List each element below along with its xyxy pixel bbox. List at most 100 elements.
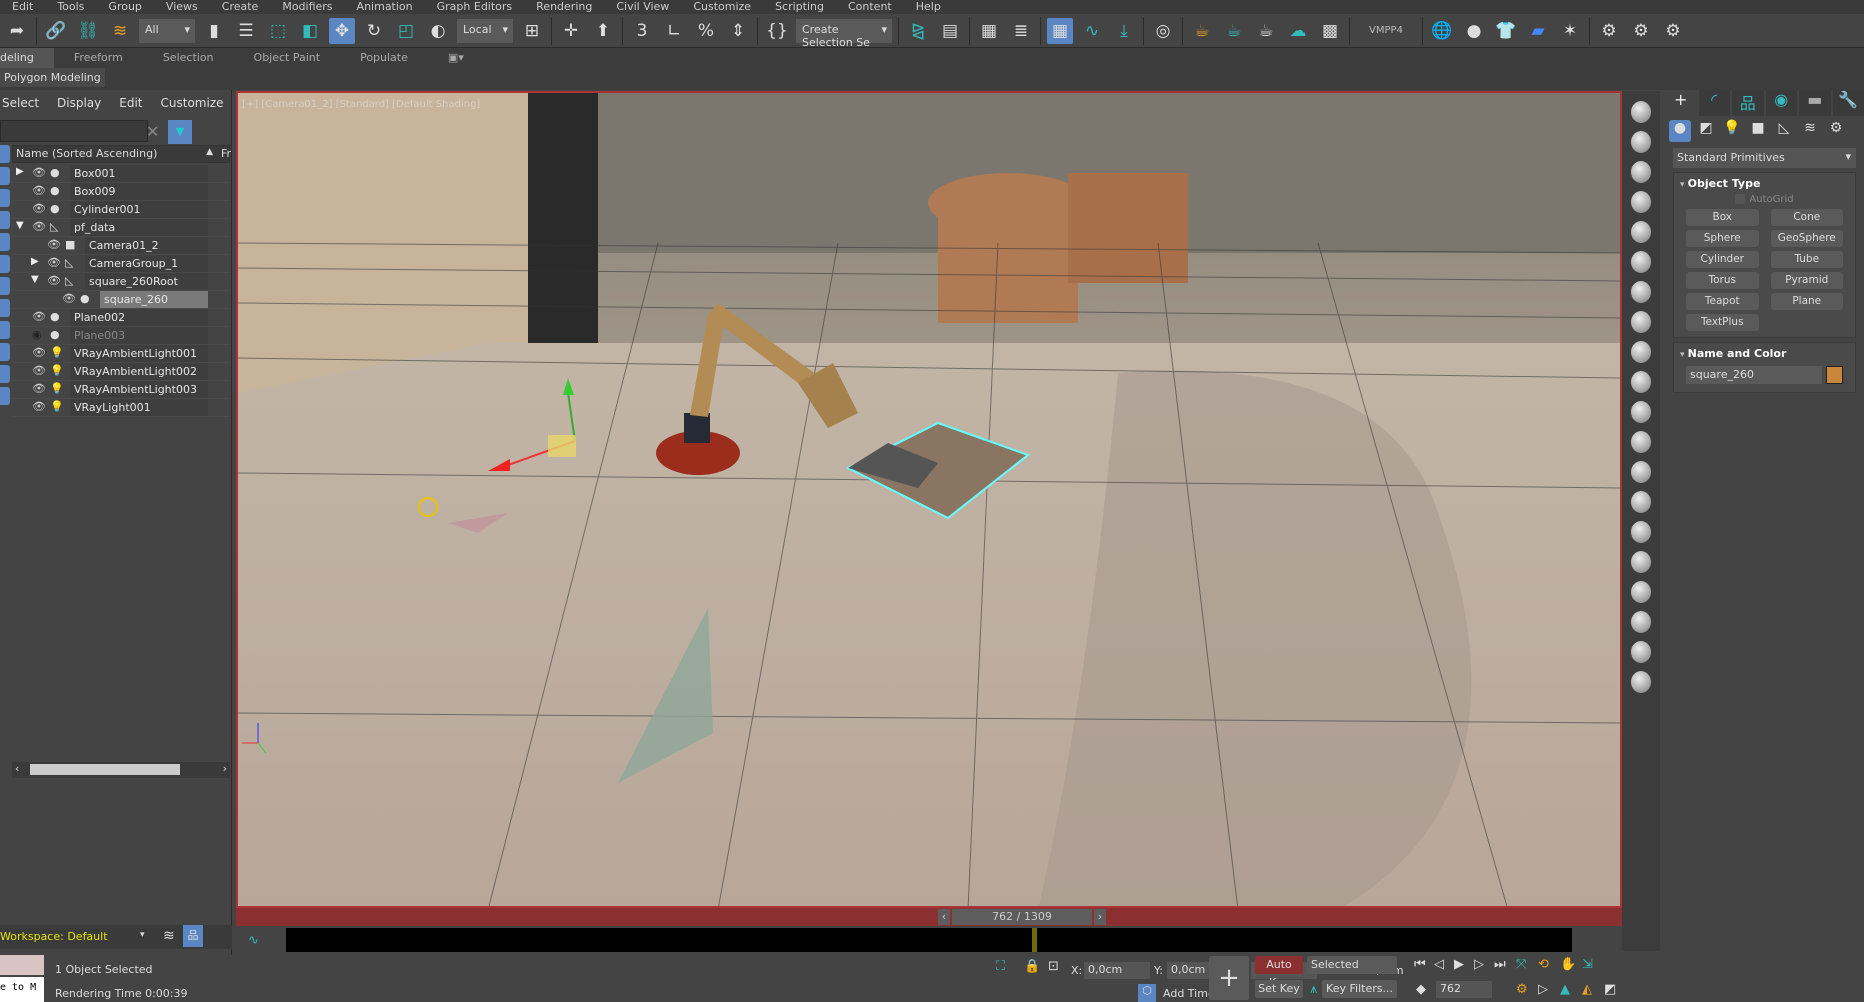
- character-icon[interactable]: ✶: [1557, 18, 1583, 44]
- globe-settings-icon[interactable]: 🌐: [1429, 18, 1455, 44]
- eye-icon[interactable]: 👁: [32, 310, 46, 323]
- list-item[interactable]: ◉ ● Plane003: [12, 327, 230, 345]
- menu-content[interactable]: Content: [848, 0, 892, 13]
- filter-lights-icon[interactable]: [0, 189, 10, 207]
- selection-lock-icon[interactable]: 🔒: [1024, 959, 1040, 974]
- teapot-button[interactable]: Teapot: [1686, 293, 1759, 310]
- expanded-arrow-icon[interactable]: ▼: [31, 274, 39, 285]
- filter-cameras-icon[interactable]: [0, 211, 10, 229]
- helpers-icon[interactable]: ◺: [1773, 120, 1795, 142]
- list-item[interactable]: ▼ 👁 ◺ square_260Root: [12, 273, 230, 291]
- object-color-swatch[interactable]: [1826, 366, 1843, 384]
- explorer-search-input[interactable]: [0, 120, 148, 142]
- eye-icon[interactable]: 👁: [62, 292, 76, 305]
- render-cloud-icon[interactable]: ☁: [1285, 18, 1311, 44]
- vray-export-icon[interactable]: [1631, 641, 1651, 663]
- rotate-icon[interactable]: ↻: [361, 18, 387, 44]
- vray-decal-icon[interactable]: [1631, 581, 1651, 603]
- shirt-icon[interactable]: 👕: [1493, 18, 1519, 44]
- redo-icon[interactable]: ➦: [4, 18, 30, 44]
- eraser-icon[interactable]: ▰: [1525, 18, 1551, 44]
- scroll-left-icon[interactable]: ‹: [15, 762, 19, 775]
- object-name-input[interactable]: square_260: [1686, 366, 1822, 384]
- auto-key-button[interactable]: Auto Key: [1255, 956, 1303, 989]
- selection-filter-dropdown[interactable]: All: [139, 18, 195, 43]
- cone-button[interactable]: Cone: [1770, 209, 1843, 226]
- eye-icon[interactable]: 👁: [32, 364, 46, 377]
- eye-icon[interactable]: 👁: [47, 274, 61, 287]
- prev-frame-button[interactable]: ‹: [938, 909, 950, 925]
- sphere-button[interactable]: Sphere: [1686, 230, 1759, 247]
- orbit-icon[interactable]: ⟲: [1538, 957, 1549, 972]
- snap-toggle-icon[interactable]: 3: [629, 18, 655, 44]
- x-coordinate-input[interactable]: 0,0cm: [1084, 962, 1150, 979]
- gear-play-icon[interactable]: ⚙: [1628, 18, 1654, 44]
- dolly-icon[interactable]: ▲: [1560, 982, 1570, 997]
- explorer-menu-customize[interactable]: Customize: [161, 96, 224, 110]
- eye-icon[interactable]: 👁: [32, 166, 46, 179]
- shapes-icon[interactable]: ◩: [1695, 120, 1717, 142]
- filter-shapes-icon[interactable]: [0, 167, 10, 185]
- display-tab-icon[interactable]: ▬: [1799, 90, 1831, 116]
- gear-prev-icon[interactable]: ⚙: [1596, 18, 1622, 44]
- keyboard-shortcut-icon[interactable]: ⬆: [590, 18, 616, 44]
- vray-light-icon[interactable]: [1631, 221, 1651, 243]
- menu-edit[interactable]: Edit: [12, 0, 33, 13]
- link-icon[interactable]: 🔗: [43, 18, 69, 44]
- menu-group[interactable]: Group: [108, 0, 142, 13]
- vray-fur-icon[interactable]: [1631, 371, 1651, 393]
- rect-selection-icon[interactable]: ⬚: [265, 18, 291, 44]
- time-config-icon[interactable]: ⚙: [1516, 982, 1528, 997]
- vray-camera-icon[interactable]: [1631, 251, 1651, 273]
- mini-curve-editor-icon[interactable]: ∿: [248, 933, 259, 948]
- cameras-icon[interactable]: ■: [1747, 120, 1769, 142]
- pivot-center-icon[interactable]: ⊞: [519, 18, 545, 44]
- vray-dome-icon[interactable]: [1631, 281, 1651, 303]
- key-mode-dropdown[interactable]: Selected: [1307, 956, 1397, 974]
- clear-search-icon[interactable]: ✕: [146, 122, 159, 141]
- render-layout-icon[interactable]: ▩: [1317, 18, 1343, 44]
- unlink-icon[interactable]: ⛓: [75, 18, 101, 44]
- explorer-horizontal-scrollbar[interactable]: ‹ ›: [12, 762, 230, 778]
- maxscript-listener[interactable]: [0, 955, 44, 975]
- filter-spacewarps-icon[interactable]: [0, 255, 10, 273]
- pyramid-button[interactable]: Pyramid: [1770, 272, 1843, 289]
- layer-explorer-icon[interactable]: ≣: [1008, 18, 1034, 44]
- walk-icon[interactable]: ⇲: [1582, 957, 1593, 972]
- current-frame-input[interactable]: 762: [1436, 981, 1492, 998]
- render-production-icon[interactable]: ☕: [1253, 18, 1279, 44]
- filter-bones-icon[interactable]: [0, 321, 10, 339]
- textplus-button[interactable]: TextPlus: [1686, 314, 1759, 331]
- roll-icon[interactable]: ◭: [1582, 982, 1592, 997]
- default-tangents-icon[interactable]: ⩚: [1310, 982, 1317, 997]
- eye-icon[interactable]: 👁: [32, 202, 46, 215]
- zoom-extents-icon[interactable]: ⤧: [1516, 957, 1526, 972]
- select-object-icon[interactable]: ▮: [201, 18, 227, 44]
- select-by-name-icon[interactable]: ☰: [233, 18, 259, 44]
- list-item[interactable]: 👁 💡 VRayLight001: [12, 399, 230, 417]
- list-item[interactable]: 👁 💡 VRayAmbientLight002: [12, 363, 230, 381]
- eye-icon[interactable]: 👁: [32, 400, 46, 413]
- eye-icon[interactable]: 👁: [47, 256, 61, 269]
- vray-frame-buffer-icon[interactable]: [1631, 131, 1651, 153]
- list-item[interactable]: 👁 ● Plane002: [12, 309, 230, 327]
- material-editor-icon[interactable]: ◎: [1150, 18, 1176, 44]
- vray-teapot-icon[interactable]: [1631, 101, 1651, 123]
- workspace-selector[interactable]: Workspace: Default ▾ ≋ 品: [0, 925, 232, 949]
- maxscript-input[interactable]: e to M: [0, 977, 44, 1002]
- window-crossing-icon[interactable]: ◧: [297, 18, 323, 44]
- ribbon-toggle-icon[interactable]: ▦: [1047, 17, 1073, 44]
- autogrid-checkbox[interactable]: AutoGrid: [1674, 194, 1855, 205]
- schematic-view-icon[interactable]: ⤓: [1111, 18, 1137, 44]
- vmpp-label[interactable]: VMPP4: [1356, 25, 1416, 36]
- hidden-eye-icon[interactable]: ◉: [32, 328, 42, 341]
- list-item[interactable]: 👁 💡 VRayAmbientLight003: [12, 381, 230, 399]
- list-item[interactable]: 👁 ● Cylinder001: [12, 201, 230, 219]
- maximize-viewport-icon[interactable]: ◩: [1604, 982, 1616, 997]
- explorer-menu-display[interactable]: Display: [57, 96, 101, 110]
- tab-populate[interactable]: Populate: [340, 48, 428, 68]
- box-button[interactable]: Box: [1686, 209, 1759, 226]
- rendered-frame-window-icon[interactable]: ☕: [1221, 18, 1247, 44]
- ribbon-options-icon[interactable]: ▣▾: [428, 48, 484, 68]
- tab-modeling[interactable]: deling: [0, 48, 54, 68]
